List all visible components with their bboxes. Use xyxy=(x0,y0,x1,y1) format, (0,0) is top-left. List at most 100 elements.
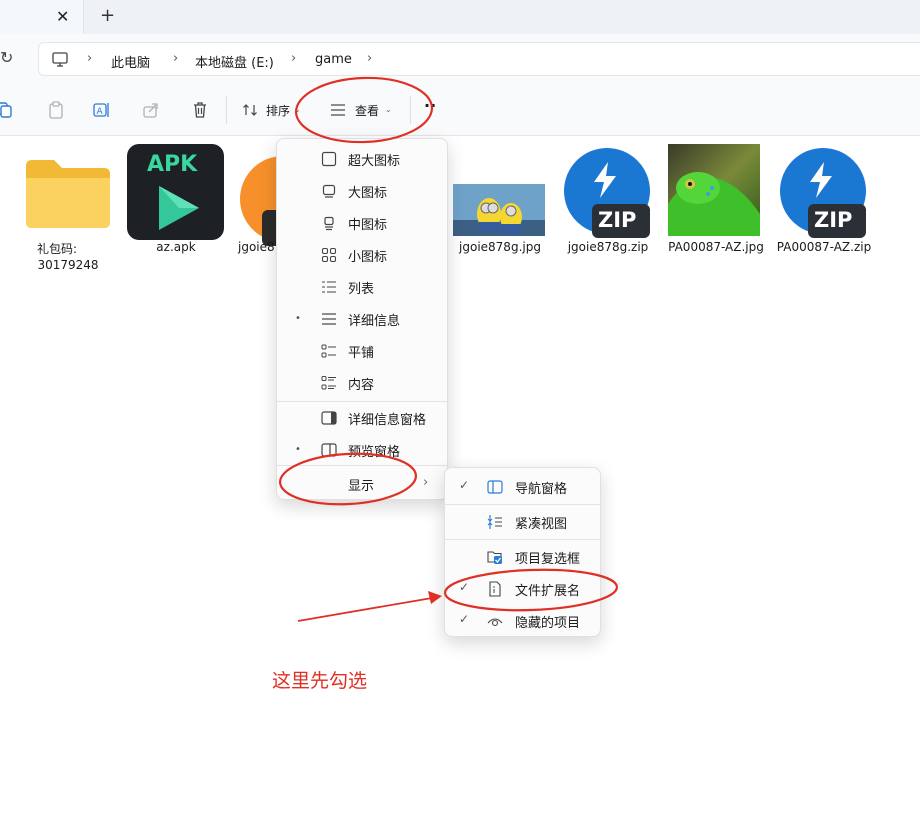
address-bar[interactable]: › 此电脑 › 本地磁盘 (E:) › game › xyxy=(38,42,920,76)
menu-item-label: 项目复选框 xyxy=(515,552,581,567)
menu-item-content[interactable]: 内容 xyxy=(277,366,447,398)
delete-icon[interactable] xyxy=(190,100,210,120)
image-thumbnail xyxy=(668,144,760,236)
breadcrumb-separator[interactable]: › xyxy=(291,51,296,66)
zip-icon: ZIP xyxy=(780,148,866,238)
breadcrumb-local-disk[interactable]: 本地磁盘 (E:) xyxy=(195,52,274,71)
share-icon[interactable] xyxy=(141,100,161,120)
menu-item-label: 平铺 xyxy=(348,346,375,361)
large-icons-icon xyxy=(322,184,336,198)
svg-text:A: A xyxy=(97,107,104,117)
breadcrumb-this-pc[interactable]: 此电脑 xyxy=(111,52,150,71)
menu-item-label: 显示 xyxy=(348,479,375,494)
selected-indicator: • xyxy=(295,444,301,455)
file-name: az.apk xyxy=(156,240,196,254)
menu-item-label: 大图标 xyxy=(348,186,388,201)
menu-item-list[interactable]: 列表 xyxy=(277,270,447,302)
view-icon xyxy=(331,104,345,116)
menu-item-extra-large-icons[interactable]: 超大图标 xyxy=(277,142,447,174)
menu-item-medium-icons[interactable]: 中图标 xyxy=(277,206,447,238)
apk-badge-text: APK xyxy=(147,152,198,177)
zip-badge: ZIP xyxy=(592,204,650,238)
medium-icons-icon xyxy=(324,216,334,231)
chevron-down-icon: ⌄ xyxy=(385,105,392,114)
menu-item-label: 超大图标 xyxy=(348,154,401,169)
zip-badge-text: ZIP xyxy=(814,208,853,232)
menu-item-label: 导航窗格 xyxy=(515,482,568,497)
small-icons-icon xyxy=(321,247,337,263)
submenu-item-compact-view[interactable]: 紧凑视图 xyxy=(445,505,600,537)
breadcrumb-separator[interactable]: › xyxy=(87,51,92,66)
command-bar: A 排序 ⌄ 查看 ⌄ ·· xyxy=(0,84,920,136)
file-item-zip-2[interactable]: ZIP PA00087-AZ.zip xyxy=(772,144,876,254)
submenu-item-file-extensions[interactable]: ✓ 文件扩展名 xyxy=(445,572,600,604)
refresh-icon[interactable]: ↻ xyxy=(0,48,13,67)
hidden-items-icon xyxy=(487,618,503,627)
submenu-item-item-checkboxes[interactable]: 项目复选框 xyxy=(445,540,600,572)
menu-item-label: 预览窗格 xyxy=(348,445,401,460)
menu-item-details[interactable]: • 详细信息 xyxy=(277,302,447,334)
menu-item-label: 文件扩展名 xyxy=(515,584,581,599)
paste-icon[interactable] xyxy=(46,100,66,120)
new-tab-icon[interactable]: + xyxy=(100,5,115,26)
file-name: PA00087-AZ.zip xyxy=(776,240,872,254)
window-tab[interactable]: ✕ xyxy=(0,0,84,34)
menu-item-tiles[interactable]: 平铺 xyxy=(277,334,447,366)
list-icon xyxy=(322,281,336,293)
navigation-pane-icon xyxy=(487,480,503,494)
image-thumbnail xyxy=(453,184,545,236)
menu-item-show[interactable]: 显示 › xyxy=(277,467,447,499)
menu-item-large-icons[interactable]: 大图标 xyxy=(277,174,447,206)
menu-item-label: 隐藏的项目 xyxy=(515,616,581,631)
submenu-item-hidden-items[interactable]: ✓ 隐藏的项目 xyxy=(445,604,600,636)
selected-indicator: • xyxy=(295,313,301,324)
view-menu: 超大图标 大图标 中图标 小图标 列表 • 详细信息 平铺 内容 详细信息窗格 … xyxy=(276,138,448,500)
menu-item-preview-pane[interactable]: • 预览窗格 xyxy=(277,433,447,465)
file-item-folder[interactable]: 礼包码: 30179248 xyxy=(20,144,116,274)
sort-icon xyxy=(243,104,257,116)
close-tab-icon[interactable]: ✕ xyxy=(56,7,69,26)
tiles-icon xyxy=(321,344,336,358)
sort-button[interactable]: 排序 ⌄ xyxy=(236,94,308,126)
play-triangle-icon xyxy=(159,186,199,230)
toolbar-divider xyxy=(226,96,227,124)
file-item-apk[interactable]: APK az.apk xyxy=(126,144,226,254)
lightning-icon xyxy=(810,162,832,198)
item-checkbox-icon xyxy=(487,551,502,564)
file-item-jpg-2[interactable]: PA00087-AZ.jpg xyxy=(664,144,768,254)
menu-divider xyxy=(277,465,447,466)
menu-item-label: 中图标 xyxy=(348,218,388,233)
view-button[interactable]: 查看 ⌄ xyxy=(322,94,402,126)
chevron-right-icon: › xyxy=(423,475,429,490)
menu-item-label: 详细信息 xyxy=(348,314,401,329)
submenu-item-navigation-pane[interactable]: ✓ 导航窗格 xyxy=(445,470,600,502)
copy-icon[interactable] xyxy=(0,100,14,120)
rename-icon[interactable]: A xyxy=(92,100,112,120)
details-pane-icon xyxy=(321,411,337,425)
annotation-text: 这里先勾选 xyxy=(272,670,368,692)
zip-badge-text: ZIP xyxy=(598,208,637,232)
file-item-jpg[interactable]: jgoie878g.jpg xyxy=(450,144,550,254)
chevron-down-icon: ⌄ xyxy=(294,105,301,114)
breadcrumb-separator[interactable]: › xyxy=(367,51,372,66)
check-icon: ✓ xyxy=(459,612,470,626)
menu-item-label: 小图标 xyxy=(348,250,388,265)
file-name-line-1: 礼包码: xyxy=(36,242,78,256)
content-icon xyxy=(321,376,336,390)
view-label: 查看 xyxy=(355,104,380,118)
this-pc-icon[interactable] xyxy=(51,50,69,68)
breadcrumb-game[interactable]: game xyxy=(315,52,352,67)
breadcrumb-separator[interactable]: › xyxy=(173,51,178,66)
file-item-zip[interactable]: ZIP jgoie878g.zip xyxy=(556,144,660,254)
apk-icon: APK xyxy=(127,144,224,240)
menu-item-label: 紧凑视图 xyxy=(515,517,568,532)
address-row: ↻ › 此电脑 › 本地磁盘 (E:) › game › xyxy=(0,34,920,84)
menu-item-small-icons[interactable]: 小图标 xyxy=(277,238,447,270)
toolbar-divider xyxy=(410,96,411,124)
check-icon: ✓ xyxy=(459,478,470,492)
menu-item-details-pane[interactable]: 详细信息窗格 xyxy=(277,401,447,433)
file-name: PA00087-AZ.jpg xyxy=(668,240,764,254)
check-icon: ✓ xyxy=(459,580,470,594)
details-icon xyxy=(322,313,336,325)
more-options-icon[interactable]: ·· xyxy=(424,96,436,115)
